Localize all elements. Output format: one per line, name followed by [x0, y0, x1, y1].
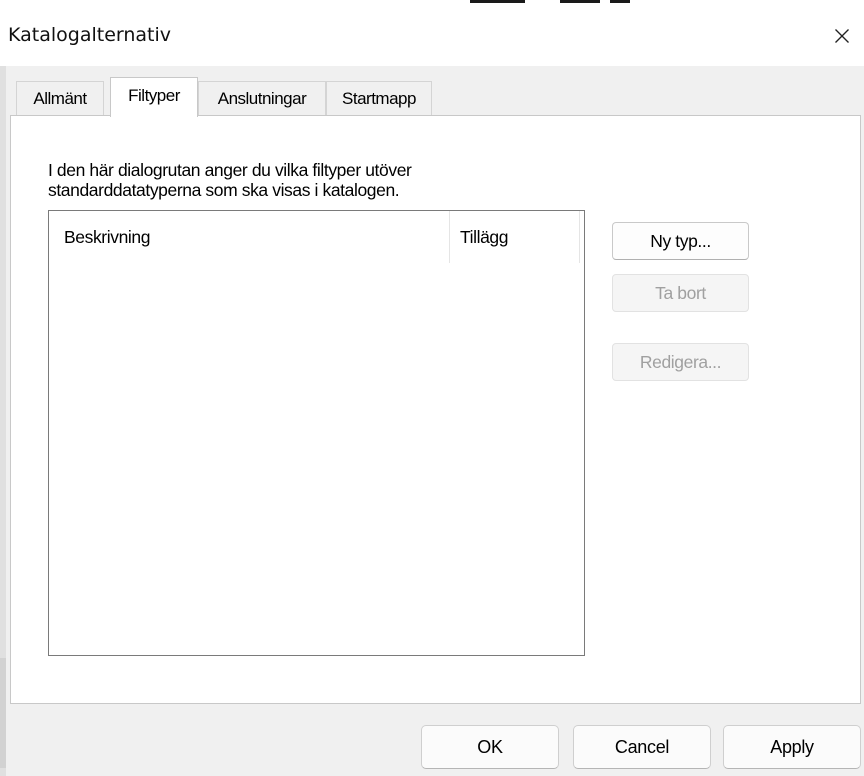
column-header-extension[interactable]: Tillägg [450, 211, 580, 263]
close-icon [835, 29, 849, 43]
tab-startmapp[interactable]: Startmapp [326, 81, 432, 115]
ok-button[interactable]: OK [421, 725, 559, 769]
dialog-window: Katalogalternativ Allmänt Filtyper Anslu… [0, 0, 864, 776]
apply-button[interactable]: Apply [723, 725, 861, 769]
edit-button[interactable]: Redigera... [612, 343, 749, 381]
tab-anslutningar[interactable]: Anslutningar [198, 81, 326, 115]
remove-button[interactable]: Ta bort [612, 274, 749, 312]
new-type-button[interactable]: Ny typ... [612, 222, 749, 260]
background-window-edge [470, 0, 660, 3]
tab-allmant[interactable]: Allmänt [16, 81, 104, 115]
column-header-description[interactable]: Beskrivning [49, 211, 450, 263]
description-line-2: standarddatatyperna som ska visas i kata… [48, 180, 400, 200]
close-button[interactable] [826, 20, 858, 52]
description-line-1: I den här dialogrutan anger du vilka fil… [48, 160, 412, 180]
title-bar: Katalogalternativ [0, 0, 864, 66]
filetypes-description: I den här dialogrutan anger du vilka fil… [48, 160, 412, 200]
window-title: Katalogalternativ [8, 24, 172, 46]
window-left-edge [0, 66, 6, 776]
filetypes-list[interactable]: Beskrivning Tillägg [48, 210, 585, 656]
tab-filtyper[interactable]: Filtyper [110, 77, 198, 117]
cancel-button[interactable]: Cancel [573, 725, 711, 769]
